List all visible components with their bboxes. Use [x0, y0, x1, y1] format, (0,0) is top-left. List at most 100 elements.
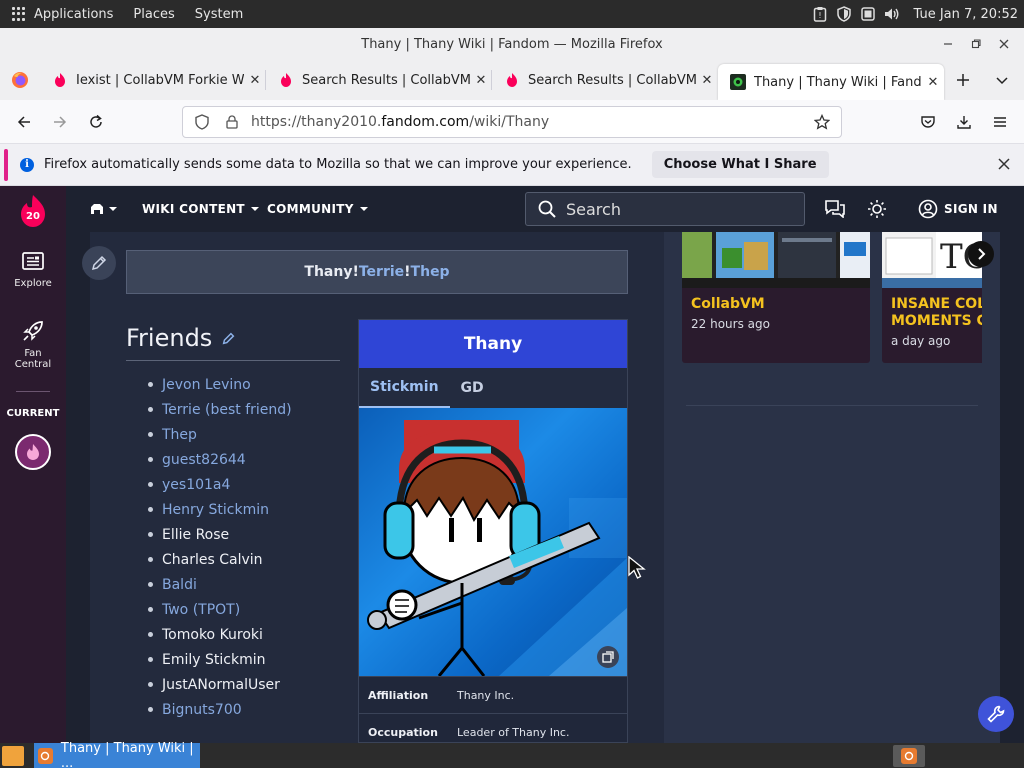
svg-text:20: 20 [26, 211, 40, 222]
forward-button[interactable] [42, 104, 78, 140]
fan-central-nav[interactable]: Fan Central [0, 320, 66, 370]
edit-pencil-button[interactable] [82, 246, 116, 280]
friend-list-item[interactable]: Thep [148, 422, 292, 447]
friend-list-item[interactable]: Jevon Levino [148, 372, 292, 397]
wiki-tools-wrench-button[interactable] [978, 696, 1014, 732]
workspace-switcher-icon[interactable] [893, 745, 925, 767]
infobox-row-occupation: Occupation Leader of Thany Inc. [359, 713, 627, 743]
infobox-value: Thany Inc. [457, 688, 515, 702]
friend-list-item[interactable]: Baldi [148, 572, 292, 597]
show-desktop-button[interactable] [2, 745, 24, 766]
explore-label: Explore [14, 278, 52, 289]
discussions-icon[interactable] [824, 198, 846, 220]
tracking-protection-shield-icon[interactable] [187, 114, 217, 130]
friend-list-item[interactable]: Terrie (best friend) [148, 397, 292, 422]
bookmark-star-icon[interactable] [807, 114, 837, 130]
navbox-thany: Thany! [304, 264, 359, 280]
wiki-home-menu[interactable] [90, 186, 118, 232]
tab-thany-wiki[interactable]: Thany | Thany Wiki | Fandom ✕ [718, 64, 944, 100]
fandom-logo-icon[interactable]: 20 [18, 194, 48, 228]
new-tab-button[interactable] [944, 60, 982, 100]
friend-list-item[interactable]: yes101a4 [148, 472, 292, 497]
volume-icon[interactable] [883, 5, 901, 23]
friend-list-item[interactable]: Two (TPOT) [148, 597, 292, 622]
fandom-global-nav: 20 Explore Fan Central CURRENT [0, 186, 66, 743]
chevron-down-icon [250, 207, 259, 211]
gnome-top-panel: Applications Places System ! Tue Jan 7, … [0, 0, 1024, 28]
pencil-icon [91, 255, 107, 271]
card-title: INSANE COLLMOMENTS CA [891, 296, 982, 329]
theme-toggle-sun-icon[interactable] [866, 198, 888, 220]
menu-system[interactable]: System [195, 7, 243, 22]
maximize-button[interactable] [962, 30, 990, 58]
lock-icon[interactable] [217, 115, 247, 129]
friend-list-item: JustANormalUser [148, 672, 292, 697]
navbox-terrie-link[interactable]: Terrie [359, 264, 404, 280]
character-image[interactable] [359, 408, 627, 676]
infobox-tab-gd[interactable]: GD [450, 368, 495, 408]
current-wiki-icon[interactable] [15, 434, 51, 470]
community-menu[interactable]: COMMUNITY [267, 186, 369, 232]
reload-button[interactable] [78, 104, 114, 140]
tab-close-icon[interactable]: ✕ [470, 73, 492, 88]
menu-applications[interactable]: Applications [34, 7, 113, 22]
rail-divider [16, 391, 50, 392]
tab-bar: Iexist | CollabVM Forkie Wiki ✕ Search R… [0, 60, 1024, 100]
carousel-next-arrow-icon[interactable] [968, 241, 994, 267]
tab-search-results-1[interactable]: Search Results | CollabVM Fo ✕ [266, 60, 492, 100]
clock[interactable]: Tue Jan 7, 20:52 [913, 7, 1018, 22]
infobox-label: Occupation [368, 725, 438, 739]
tab-iexist[interactable]: Iexist | CollabVM Forkie Wiki ✕ [40, 60, 266, 100]
taskbar-window-firefox[interactable]: Thany | Thany Wiki | ... [34, 741, 200, 768]
window-icon[interactable] [859, 5, 877, 23]
close-window-button[interactable] [990, 30, 1018, 58]
recommended-card-collabvm[interactable]: CollabVM 22 hours ago [682, 232, 870, 363]
friend-list-item: Tomoko Kuroki [148, 622, 292, 647]
url-bar[interactable]: https://thany2010.fandom.com/wiki/Thany [182, 106, 842, 138]
friend-list-item[interactable]: guest82644 [148, 447, 292, 472]
search-placeholder: Search [566, 199, 621, 219]
tab-close-icon[interactable]: ✕ [922, 75, 944, 90]
edit-section-pencil-icon[interactable] [222, 332, 235, 345]
wiki-home-icon [91, 204, 103, 214]
heading-underline [126, 360, 340, 361]
friend-list-item[interactable]: Henry Stickmin [148, 497, 292, 522]
fan-central-label-1: Fan [24, 348, 42, 359]
card-title: CollabVM [691, 296, 765, 312]
fan-central-label-2: Central [14, 359, 52, 370]
minimize-button[interactable] [934, 30, 962, 58]
notification-message: Firefox automatically sends some data to… [44, 157, 632, 172]
url-text[interactable]: https://thany2010.fandom.com/wiki/Thany [251, 114, 807, 130]
apps-grid-icon[interactable] [12, 7, 26, 21]
list-all-tabs-chevron-icon[interactable] [982, 60, 1022, 100]
friend-list-item[interactable]: Bignuts700 [148, 697, 292, 722]
tab-search-results-2[interactable]: Search Results | CollabVM Fo ✕ [492, 60, 718, 100]
app-menu-hamburger-icon[interactable] [982, 104, 1018, 140]
current-label: CURRENT [6, 408, 60, 419]
menu-places[interactable]: Places [133, 7, 174, 22]
shield-icon[interactable] [835, 5, 853, 23]
explore-nav[interactable]: Explore [0, 252, 66, 289]
card-thumbnail [682, 232, 870, 288]
friend-list-item: Ellie Rose [148, 522, 292, 547]
expand-image-icon[interactable] [597, 646, 619, 668]
recommended-card-insane[interactable]: ΤΟΙ INSANE COLLMOMENTS CA a day ago [882, 232, 982, 363]
wiki-search-input[interactable]: Search [525, 192, 805, 226]
tab-close-icon[interactable]: ✕ [696, 73, 718, 88]
tab-close-icon[interactable]: ✕ [244, 73, 266, 88]
choose-what-i-share-button[interactable]: Choose What I Share [651, 151, 829, 178]
infobox-tab-stickmin[interactable]: Stickmin [359, 368, 450, 408]
downloads-icon[interactable] [946, 104, 982, 140]
fandom-favicon-icon [55, 73, 65, 87]
navbox-thep-link[interactable]: Thep [411, 264, 450, 280]
firefox-view-icon[interactable] [0, 60, 40, 100]
infobox-title: Thany [359, 320, 627, 368]
clipboard-icon[interactable]: ! [811, 5, 829, 23]
sign-in-button[interactable]: SIGN IN [918, 186, 998, 232]
user-icon [918, 199, 938, 219]
pocket-icon[interactable] [910, 104, 946, 140]
search-icon [538, 200, 556, 218]
back-button[interactable] [6, 104, 42, 140]
close-notification-icon[interactable] [998, 154, 1010, 175]
wiki-content-menu[interactable]: WIKI CONTENT [142, 186, 260, 232]
